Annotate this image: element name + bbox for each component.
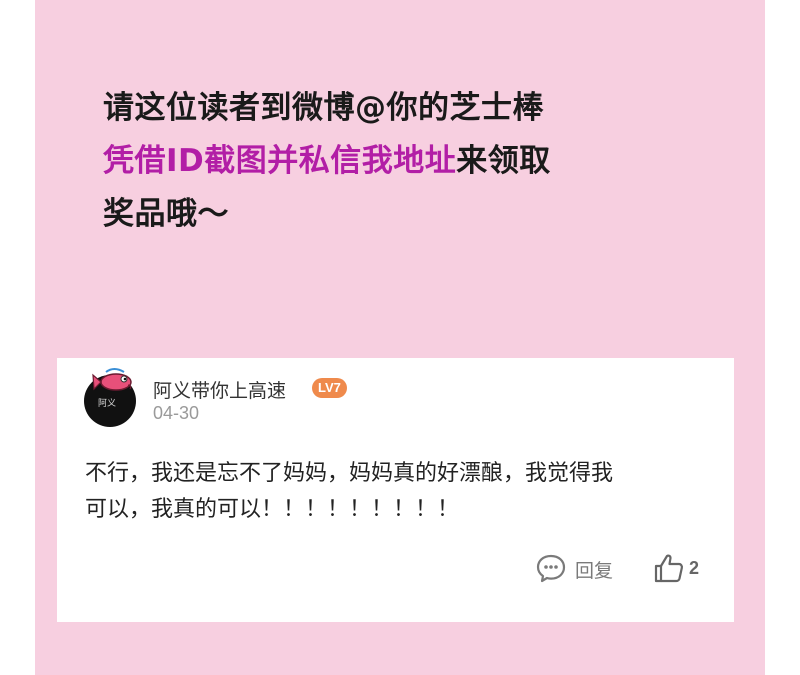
announcement-line-2: 凭借ID截图并私信我地址来领取 (103, 135, 551, 188)
announcement-line-2-rest: 来领取 (456, 143, 551, 179)
username[interactable]: 阿义带你上高速 (153, 376, 286, 403)
avatar-signature: 阿义 (98, 399, 117, 409)
like-count: 2 (689, 558, 700, 578)
announcement-highlight: 凭借ID截图并私信我地址 (103, 143, 457, 179)
announcement-line-3: 奖品哦～ (103, 196, 229, 232)
comment-body: 不行，我还是忘不了妈妈，妈妈真的好漂酿，我觉得我 可以，我真的可以！！！！！！！… (85, 456, 715, 528)
comment-date: 04-30 (153, 403, 200, 423)
fish-icon (92, 368, 132, 391)
reply-label: 回复 (575, 560, 614, 582)
comment-card: 阿义 阿义带你上高速 LV7 04-30 不行，我还是忘不了妈妈，妈妈真的好漂酿… (57, 358, 734, 622)
comment-bubble-icon (536, 554, 566, 583)
comment-line-1: 不行，我还是忘不了妈妈，妈妈真的好漂酿，我觉得我 (85, 461, 614, 486)
level-badge: LV7 (312, 378, 347, 398)
comment-actions: 回复 2 (57, 550, 734, 586)
avatar[interactable]: 阿义 (84, 368, 144, 428)
announcement-text: 请这位读者到微博@你的芝士棒 凭借ID截图并私信我地址来领取 奖品哦～ (103, 82, 551, 241)
thumbs-up-icon (654, 554, 684, 583)
comment-line-2: 可以，我真的可以！！！！！！！！！ (85, 497, 460, 522)
like-button[interactable]: 2 (653, 552, 713, 584)
announcement-line-1: 请这位读者到微博@你的芝士棒 (103, 90, 544, 126)
